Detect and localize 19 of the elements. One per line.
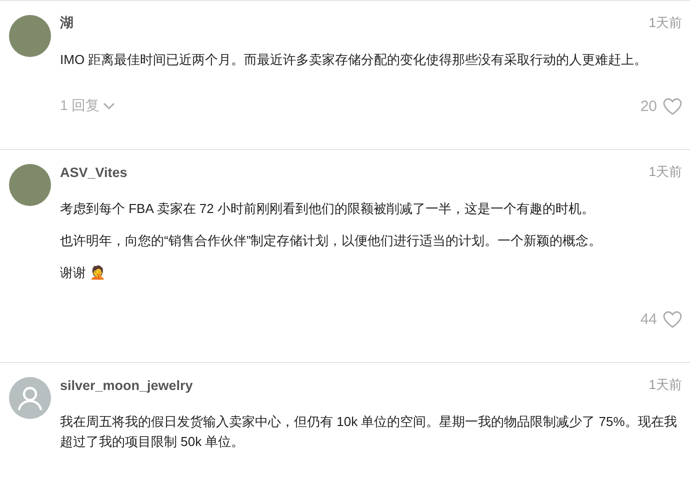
timestamp: 1天前 <box>648 14 682 32</box>
default-avatar <box>9 377 51 419</box>
comment-text: 也许明年，向您的“销售合作伙伴”制定存储计划，以便他们进行适当的计划。一个新颖的概念。 <box>60 232 603 250</box>
chevron-down-icon <box>102 102 115 110</box>
username[interactable]: ASV_Vites <box>60 164 128 180</box>
avatar-photo-placeholder <box>9 15 51 57</box>
like-count: 44 <box>640 310 657 328</box>
comment-text: 考虑到每个 FBA 卖家在 72 小时前刚刚看到他们的限额被削减了一半，这是一个有趣的时机。 <box>60 200 596 218</box>
comment-text: 谢谢 🤦 <box>60 264 107 282</box>
avatar-photo-placeholder <box>9 164 51 206</box>
timestamp: 1天前 <box>648 163 682 181</box>
username[interactable]: 湖 <box>60 14 74 32</box>
timestamp: 1天前 <box>648 376 682 394</box>
heart-icon[interactable] <box>663 98 682 114</box>
username[interactable]: silver_moon_jewelry <box>60 378 193 392</box>
comment-text: IMO 距离最佳时间已近两个月。而最近许多卖家存储分配的变化使得那些没有采取行动的人更难赶上。 <box>60 51 648 69</box>
heart-icon[interactable] <box>663 310 682 328</box>
like-count: 20 <box>640 98 657 114</box>
comment-text: 我在周五将我的假日发货输入卖家中心，但仍有 10k 单位的空间。星期一我的物品限制减少了 75%。现在我超过了我的项目限制 50k 单位。 <box>60 413 678 451</box>
